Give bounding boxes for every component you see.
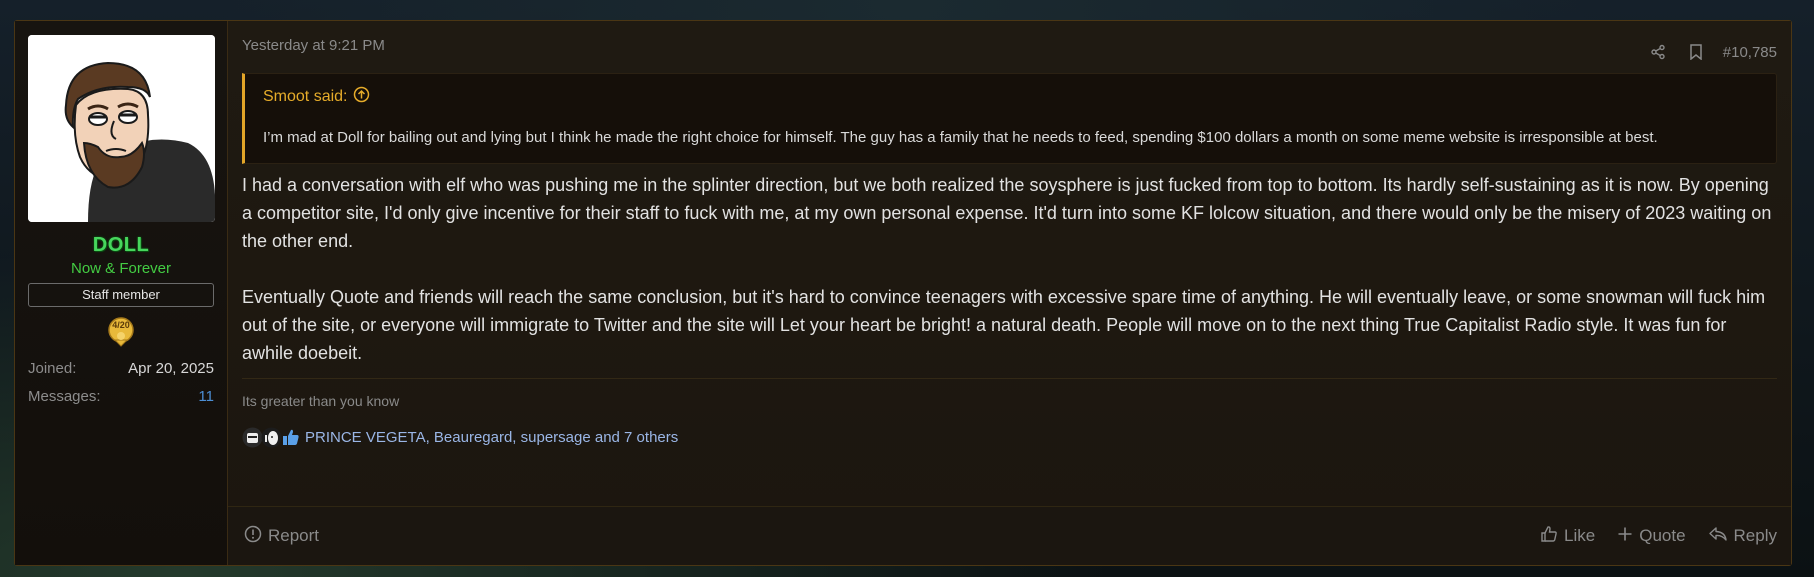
reply-label: Reply xyxy=(1733,526,1777,545)
share-icon[interactable] xyxy=(1645,39,1671,65)
reaction-icons xyxy=(242,427,299,448)
user-title: Now & Forever xyxy=(70,260,172,277)
stat-messages: Messages: 11 xyxy=(28,383,214,411)
plus-icon xyxy=(1617,526,1633,547)
trophy-label: 4/20 xyxy=(112,320,130,330)
messages-count-link[interactable]: 11 xyxy=(198,383,214,411)
user-cell: DOLL Now & Forever Staff member 4/20 Joi… xyxy=(15,21,228,565)
report-button[interactable]: Report xyxy=(244,507,319,565)
post-header: Yesterday at 9:21 PM #10,785 xyxy=(242,21,1777,61)
reaction-soy-icon xyxy=(261,427,282,448)
reactions-bar[interactable]: PRINCE VEGETA, Beauregard, supersage and… xyxy=(242,424,1777,450)
post-main: Yesterday at 9:21 PM #10,785 Smoot said:… xyxy=(228,21,1791,565)
username[interactable]: DOLL xyxy=(28,234,214,257)
stat-joined: Joined: Apr 20, 2025 xyxy=(28,355,214,383)
reply-icon xyxy=(1708,525,1728,548)
quote-text: I’m mad at Doll for bailing out and lyin… xyxy=(263,129,1658,146)
reaction-names-link[interactable]: PRINCE VEGETA, Beauregard, supersage and… xyxy=(305,429,678,446)
avatar-image xyxy=(28,35,215,222)
signature: Its greater than you know xyxy=(242,378,1777,409)
stat-label: Messages: xyxy=(28,388,101,405)
avatar[interactable] xyxy=(28,35,215,222)
post-paragraph: Eventually Quote and friends will reach … xyxy=(242,287,1766,363)
quote-author-link[interactable]: Smoot said: xyxy=(263,86,1756,108)
arrow-up-circle-icon[interactable] xyxy=(353,86,370,108)
post-body: I had a conversation with elf who was pu… xyxy=(242,171,1777,367)
stat-label: Joined: xyxy=(28,360,77,377)
trophy-icon[interactable]: 4/20 xyxy=(105,316,137,348)
reply-button[interactable]: Reply xyxy=(1708,525,1777,548)
thumbs-up-icon xyxy=(280,427,301,448)
post-footer: Report Like Quote Reply xyxy=(228,506,1791,565)
alert-circle-icon xyxy=(244,525,262,548)
thumbs-up-outline-icon xyxy=(1540,525,1558,548)
bookmark-icon[interactable] xyxy=(1683,39,1709,65)
report-label: Report xyxy=(268,526,320,545)
like-label: Like xyxy=(1564,526,1596,545)
staff-banner: Staff member xyxy=(28,283,214,307)
post-number-link[interactable]: #10,785 xyxy=(1723,44,1777,61)
stat-value: Apr 20, 2025 xyxy=(128,360,214,377)
quote-block: Smoot said: I’m mad at Doll for bailing … xyxy=(242,73,1777,164)
post-header-actions: #10,785 xyxy=(1645,39,1777,65)
post-date-link[interactable]: Yesterday at 9:21 PM xyxy=(242,37,385,54)
quote-label: Quote xyxy=(1639,526,1686,545)
quote-button[interactable]: Quote xyxy=(1617,526,1686,547)
reaction-face-icon xyxy=(242,427,263,448)
post-actions: Like Quote Reply xyxy=(1540,507,1777,565)
user-stats: Joined: Apr 20, 2025 Messages: 11 xyxy=(28,355,214,411)
forum-post: DOLL Now & Forever Staff member 4/20 Joi… xyxy=(14,20,1792,566)
post-paragraph: I had a conversation with elf who was pu… xyxy=(242,175,1772,251)
like-button[interactable]: Like xyxy=(1540,525,1595,548)
quote-author-label: Smoot said: xyxy=(263,88,348,105)
